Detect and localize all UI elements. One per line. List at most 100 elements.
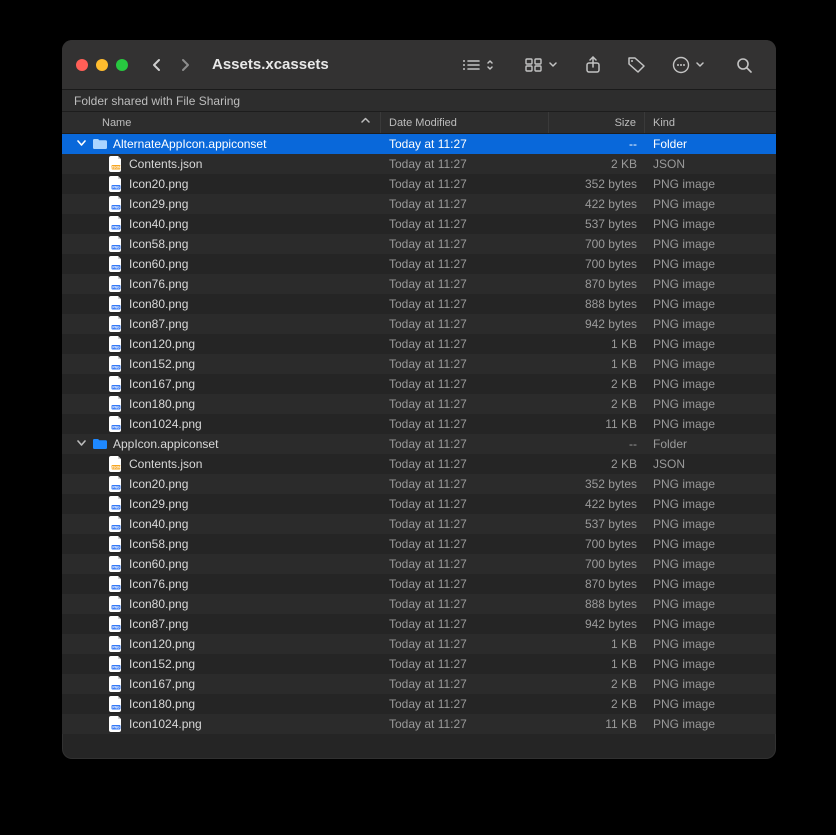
table-row[interactable]: PNG Icon87.pngToday at 11:27942 bytesPNG… (62, 614, 776, 634)
forward-button[interactable] (172, 53, 198, 77)
date-modified-cell: Today at 11:27 (381, 337, 549, 351)
file-name-cell[interactable]: PNG Icon152.png (62, 656, 381, 672)
table-row[interactable]: PNG Icon20.pngToday at 11:27352 bytesPNG… (62, 474, 776, 494)
table-row[interactable]: PNG Icon180.pngToday at 11:272 KBPNG ima… (62, 694, 776, 714)
minimize-window-button[interactable] (96, 59, 108, 71)
table-row[interactable]: PNG Icon60.pngToday at 11:27700 bytesPNG… (62, 554, 776, 574)
table-row[interactable]: PNG Icon152.pngToday at 11:271 KBPNG ima… (62, 654, 776, 674)
table-row[interactable]: PNG Icon76.pngToday at 11:27870 bytesPNG… (62, 274, 776, 294)
table-row[interactable]: PNG Icon40.pngToday at 11:27537 bytesPNG… (62, 514, 776, 534)
close-window-button[interactable] (76, 59, 88, 71)
table-row[interactable]: AlternateAppIcon.appiconsetToday at 11:2… (62, 134, 776, 154)
table-row[interactable]: PNG Icon60.pngToday at 11:27700 bytesPNG… (62, 254, 776, 274)
kind-cell: PNG image (645, 497, 765, 511)
date-modified-cell: Today at 11:27 (381, 637, 549, 651)
file-name-cell[interactable]: PNG Icon40.png (62, 216, 381, 232)
file-name-cell[interactable]: PNG Icon60.png (62, 556, 381, 572)
table-row[interactable]: PNG Icon29.pngToday at 11:27422 bytesPNG… (62, 494, 776, 514)
file-name-cell[interactable]: PNG Icon20.png (62, 176, 381, 192)
date-modified-cell: Today at 11:27 (381, 697, 549, 711)
table-row[interactable]: PNG Icon76.pngToday at 11:27870 bytesPNG… (62, 574, 776, 594)
file-name-cell[interactable]: PNG Icon180.png (62, 396, 381, 412)
folder-icon (92, 436, 108, 452)
kind-cell: PNG image (645, 257, 765, 271)
file-name-cell[interactable]: JSON Contents.json (62, 156, 381, 172)
file-name-cell[interactable]: AppIcon.appiconset (62, 436, 381, 452)
date-modified-cell: Today at 11:27 (381, 157, 549, 171)
file-name-cell[interactable]: PNG Icon180.png (62, 696, 381, 712)
svg-text:PNG: PNG (112, 286, 120, 290)
file-name-label: Icon152.png (129, 657, 195, 671)
table-row[interactable]: PNG Icon87.pngToday at 11:27942 bytesPNG… (62, 314, 776, 334)
kind-cell: PNG image (645, 277, 765, 291)
table-row[interactable]: PNG Icon58.pngToday at 11:27700 bytesPNG… (62, 234, 776, 254)
group-by-button[interactable] (516, 52, 557, 78)
disclosure-triangle-icon[interactable] (75, 439, 87, 450)
share-button[interactable] (575, 52, 611, 78)
column-header-date[interactable]: Date Modified (381, 112, 549, 133)
file-name-cell[interactable]: PNG Icon87.png (62, 616, 381, 632)
action-menu-button[interactable] (663, 52, 704, 78)
table-row[interactable]: PNG Icon1024.pngToday at 11:2711 KBPNG i… (62, 414, 776, 434)
column-header-size[interactable]: Size (549, 112, 645, 133)
file-name-cell[interactable]: PNG Icon152.png (62, 356, 381, 372)
file-name-cell[interactable]: PNG Icon80.png (62, 296, 381, 312)
file-name-cell[interactable]: PNG Icon76.png (62, 576, 381, 592)
disclosure-triangle-icon[interactable] (75, 139, 87, 150)
table-row[interactable]: PNG Icon58.pngToday at 11:27700 bytesPNG… (62, 534, 776, 554)
file-name-cell[interactable]: PNG Icon87.png (62, 316, 381, 332)
kind-cell: PNG image (645, 397, 765, 411)
png-icon: PNG (108, 536, 124, 552)
file-name-cell[interactable]: PNG Icon167.png (62, 676, 381, 692)
file-name-cell[interactable]: PNG Icon58.png (62, 536, 381, 552)
file-list[interactable]: AlternateAppIcon.appiconsetToday at 11:2… (62, 134, 776, 759)
size-cell: 2 KB (549, 157, 645, 171)
table-row[interactable]: PNG Icon167.pngToday at 11:272 KBPNG ima… (62, 374, 776, 394)
size-cell: 352 bytes (549, 477, 645, 491)
table-row[interactable]: PNG Icon80.pngToday at 11:27888 bytesPNG… (62, 594, 776, 614)
search-button[interactable] (726, 52, 762, 78)
table-row[interactable]: AppIcon.appiconsetToday at 11:27--Folder (62, 434, 776, 454)
file-name-cell[interactable]: PNG Icon60.png (62, 256, 381, 272)
file-name-cell[interactable]: PNG Icon76.png (62, 276, 381, 292)
table-row[interactable]: PNG Icon120.pngToday at 11:271 KBPNG ima… (62, 634, 776, 654)
back-button[interactable] (144, 53, 170, 77)
table-row[interactable]: PNG Icon152.pngToday at 11:271 KBPNG ima… (62, 354, 776, 374)
file-name-cell[interactable]: PNG Icon58.png (62, 236, 381, 252)
tags-button[interactable] (619, 52, 655, 78)
png-icon: PNG (108, 496, 124, 512)
table-row[interactable]: PNG Icon120.pngToday at 11:271 KBPNG ima… (62, 334, 776, 354)
column-header-name[interactable]: Name (62, 112, 381, 133)
file-name-cell[interactable]: AlternateAppIcon.appiconset (62, 136, 381, 152)
table-row[interactable]: JSON Contents.jsonToday at 11:272 KBJSON (62, 454, 776, 474)
file-name-label: Icon87.png (129, 617, 188, 631)
table-row[interactable]: PNG Icon167.pngToday at 11:272 KBPNG ima… (62, 674, 776, 694)
file-name-cell[interactable]: PNG Icon40.png (62, 516, 381, 532)
table-row[interactable]: PNG Icon20.pngToday at 11:27352 bytesPNG… (62, 174, 776, 194)
file-name-cell[interactable]: PNG Icon1024.png (62, 416, 381, 432)
table-row[interactable]: PNG Icon1024.pngToday at 11:2711 KBPNG i… (62, 714, 776, 734)
file-name-cell[interactable]: PNG Icon29.png (62, 196, 381, 212)
table-row[interactable]: PNG Icon40.pngToday at 11:27537 bytesPNG… (62, 214, 776, 234)
date-modified-cell: Today at 11:27 (381, 217, 549, 231)
column-header-date-label: Date Modified (389, 117, 457, 129)
file-name-cell[interactable]: PNG Icon80.png (62, 596, 381, 612)
file-name-cell[interactable]: JSON Contents.json (62, 456, 381, 472)
file-name-cell[interactable]: PNG Icon120.png (62, 336, 381, 352)
kind-cell: PNG image (645, 297, 765, 311)
table-row[interactable]: JSON Contents.jsonToday at 11:272 KBJSON (62, 154, 776, 174)
table-row[interactable]: PNG Icon180.pngToday at 11:272 KBPNG ima… (62, 394, 776, 414)
zoom-window-button[interactable] (116, 59, 128, 71)
file-name-cell[interactable]: PNG Icon120.png (62, 636, 381, 652)
size-cell: 942 bytes (549, 617, 645, 631)
column-header-kind[interactable]: Kind (645, 112, 765, 133)
kind-cell: PNG image (645, 537, 765, 551)
file-name-cell[interactable]: PNG Icon20.png (62, 476, 381, 492)
file-name-cell[interactable]: PNG Icon167.png (62, 376, 381, 392)
png-icon: PNG (108, 216, 124, 232)
file-name-cell[interactable]: PNG Icon29.png (62, 496, 381, 512)
view-mode-button[interactable] (453, 52, 494, 78)
file-name-cell[interactable]: PNG Icon1024.png (62, 716, 381, 732)
table-row[interactable]: PNG Icon29.pngToday at 11:27422 bytesPNG… (62, 194, 776, 214)
table-row[interactable]: PNG Icon80.pngToday at 11:27888 bytesPNG… (62, 294, 776, 314)
